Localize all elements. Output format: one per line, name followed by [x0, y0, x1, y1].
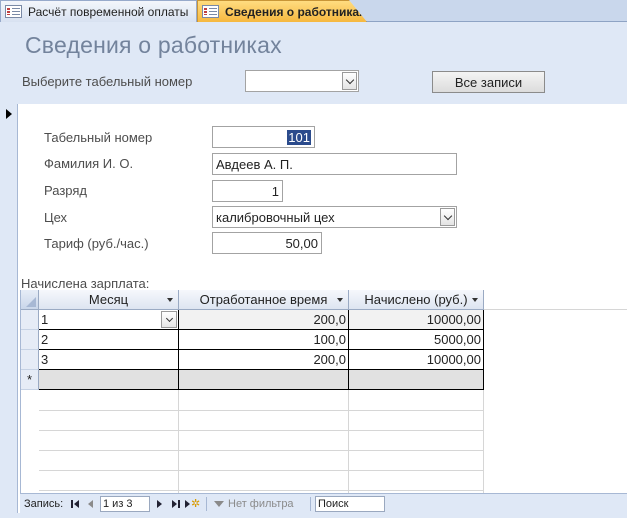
tab-number-field[interactable]: 101 — [212, 126, 315, 148]
select-number-label: Выберите табельный номер — [22, 74, 193, 89]
grid-line — [483, 390, 484, 493]
grid-line — [39, 430, 484, 431]
new-record-marker[interactable]: * — [21, 370, 39, 390]
grid-line — [39, 470, 484, 471]
last-record-button[interactable] — [172, 494, 180, 513]
first-record-icon — [71, 499, 73, 508]
rate-value: 50,00 — [285, 235, 318, 251]
page-title: Сведения о работниках — [25, 32, 282, 58]
column-header-label: Месяц — [88, 292, 129, 307]
tab-number-value: 101 — [287, 129, 311, 145]
separator — [310, 497, 311, 511]
column-header-month[interactable]: Месяц — [39, 290, 179, 310]
filter-status[interactable]: Нет фильтра — [214, 494, 294, 513]
next-icon — [157, 499, 162, 508]
grade-value: 1 — [271, 183, 279, 199]
table-row-1-month[interactable]: 1 — [39, 310, 179, 330]
new-row-month[interactable] — [39, 370, 179, 390]
row-selector[interactable] — [21, 330, 39, 350]
new-record-icon — [185, 499, 190, 508]
table-row-2-amount[interactable]: 5000,00 — [349, 330, 484, 350]
record-selector[interactable] — [0, 104, 18, 518]
table-row-2-hours[interactable]: 100,0 — [179, 330, 349, 350]
sort-dropdown-icon[interactable] — [167, 298, 173, 302]
tab-number-label: Табельный номер — [44, 130, 153, 145]
column-header-label: Отработанное время — [199, 292, 328, 307]
grid-line — [39, 410, 484, 411]
tab-number-select[interactable] — [245, 70, 359, 92]
grade-label: Разряд — [44, 183, 87, 198]
record-label: Запись: — [24, 497, 64, 510]
form-header: Сведения о работниках Выберите табельный… — [0, 22, 627, 104]
window-bottom-edge — [0, 513, 627, 518]
sort-dropdown-icon[interactable] — [337, 298, 343, 302]
empty-header-area — [484, 290, 627, 310]
separator — [206, 497, 207, 511]
tab-label: Сведения о работниках — [225, 4, 366, 19]
search-input[interactable]: Поиск — [315, 496, 385, 512]
table-row-2-month[interactable]: 2 — [39, 330, 179, 350]
table-row-1-amount[interactable]: 10000,00 — [349, 310, 484, 330]
row-selector[interactable] — [21, 310, 39, 330]
column-header-label: Начислено (руб.) — [364, 292, 468, 307]
form-icon — [202, 5, 219, 18]
table-row-3-hours[interactable]: 200,0 — [179, 350, 349, 370]
record-position-field[interactable]: 1 из 3 — [100, 496, 150, 512]
form-icon — [5, 5, 22, 18]
previous-icon — [88, 499, 93, 508]
select-all-corner[interactable] — [21, 290, 39, 310]
name-field[interactable]: Авдеев А. П. — [212, 153, 457, 175]
all-records-button[interactable]: Все записи — [432, 71, 545, 93]
grade-field[interactable]: 1 — [212, 180, 283, 202]
last-record-icon — [172, 499, 177, 508]
grid-line — [39, 450, 484, 451]
chevron-down-icon[interactable] — [440, 208, 455, 226]
new-record-button[interactable]: ✲ — [185, 494, 200, 513]
previous-record-button[interactable] — [88, 494, 93, 513]
column-header-amount[interactable]: Начислено (руб.) — [349, 290, 484, 310]
rate-label: Тариф (руб./час.) — [44, 236, 149, 251]
wages-subform: Месяц Отработанное время Начислено (руб.… — [20, 290, 627, 493]
name-label: Фамилия И. О. — [44, 156, 134, 171]
table-row-3-amount[interactable]: 10000,00 — [349, 350, 484, 370]
funnel-icon — [214, 500, 224, 507]
chevron-down-icon[interactable] — [161, 311, 177, 328]
subform-caption: Начислена зарплата: — [21, 276, 150, 291]
column-header-hours[interactable]: Отработанное время — [179, 290, 349, 310]
rate-field[interactable]: 50,00 — [212, 232, 322, 254]
grid-line — [348, 390, 349, 493]
next-record-button[interactable] — [157, 494, 162, 513]
tab-label: Расчёт повременной оплаты — [28, 4, 189, 19]
sort-dropdown-icon[interactable] — [472, 298, 478, 302]
record-navigation-bar: Запись: 1 из 3 ✲ Нет фильтра Поиск — [20, 493, 627, 513]
table-row-3-month[interactable]: 3 — [39, 350, 179, 370]
grid-line — [39, 490, 484, 491]
workshop-value: калибровочный цех — [216, 209, 335, 225]
first-record-button[interactable] — [71, 494, 79, 513]
tab-employee-info[interactable]: Сведения о работниках — [197, 0, 367, 22]
tab-wage-calculation[interactable]: Расчёт повременной оплаты — [0, 0, 197, 22]
grid-line — [178, 390, 179, 493]
document-tab-strip: Расчёт повременной оплаты Сведения о раб… — [0, 0, 627, 22]
new-row-hours[interactable] — [179, 370, 349, 390]
new-row-amount[interactable] — [349, 370, 484, 390]
name-value: Авдеев А. П. — [216, 156, 293, 172]
cell-value: 1 — [41, 312, 49, 327]
workshop-label: Цех — [44, 210, 68, 225]
filter-label: Нет фильтра — [228, 497, 294, 510]
current-record-arrow-icon — [6, 109, 12, 119]
row-selector[interactable] — [21, 350, 39, 370]
table-row-1-hours[interactable]: 200,0 — [179, 310, 349, 330]
chevron-down-icon[interactable] — [342, 72, 357, 90]
workshop-select[interactable]: калибровочный цех — [212, 206, 457, 228]
